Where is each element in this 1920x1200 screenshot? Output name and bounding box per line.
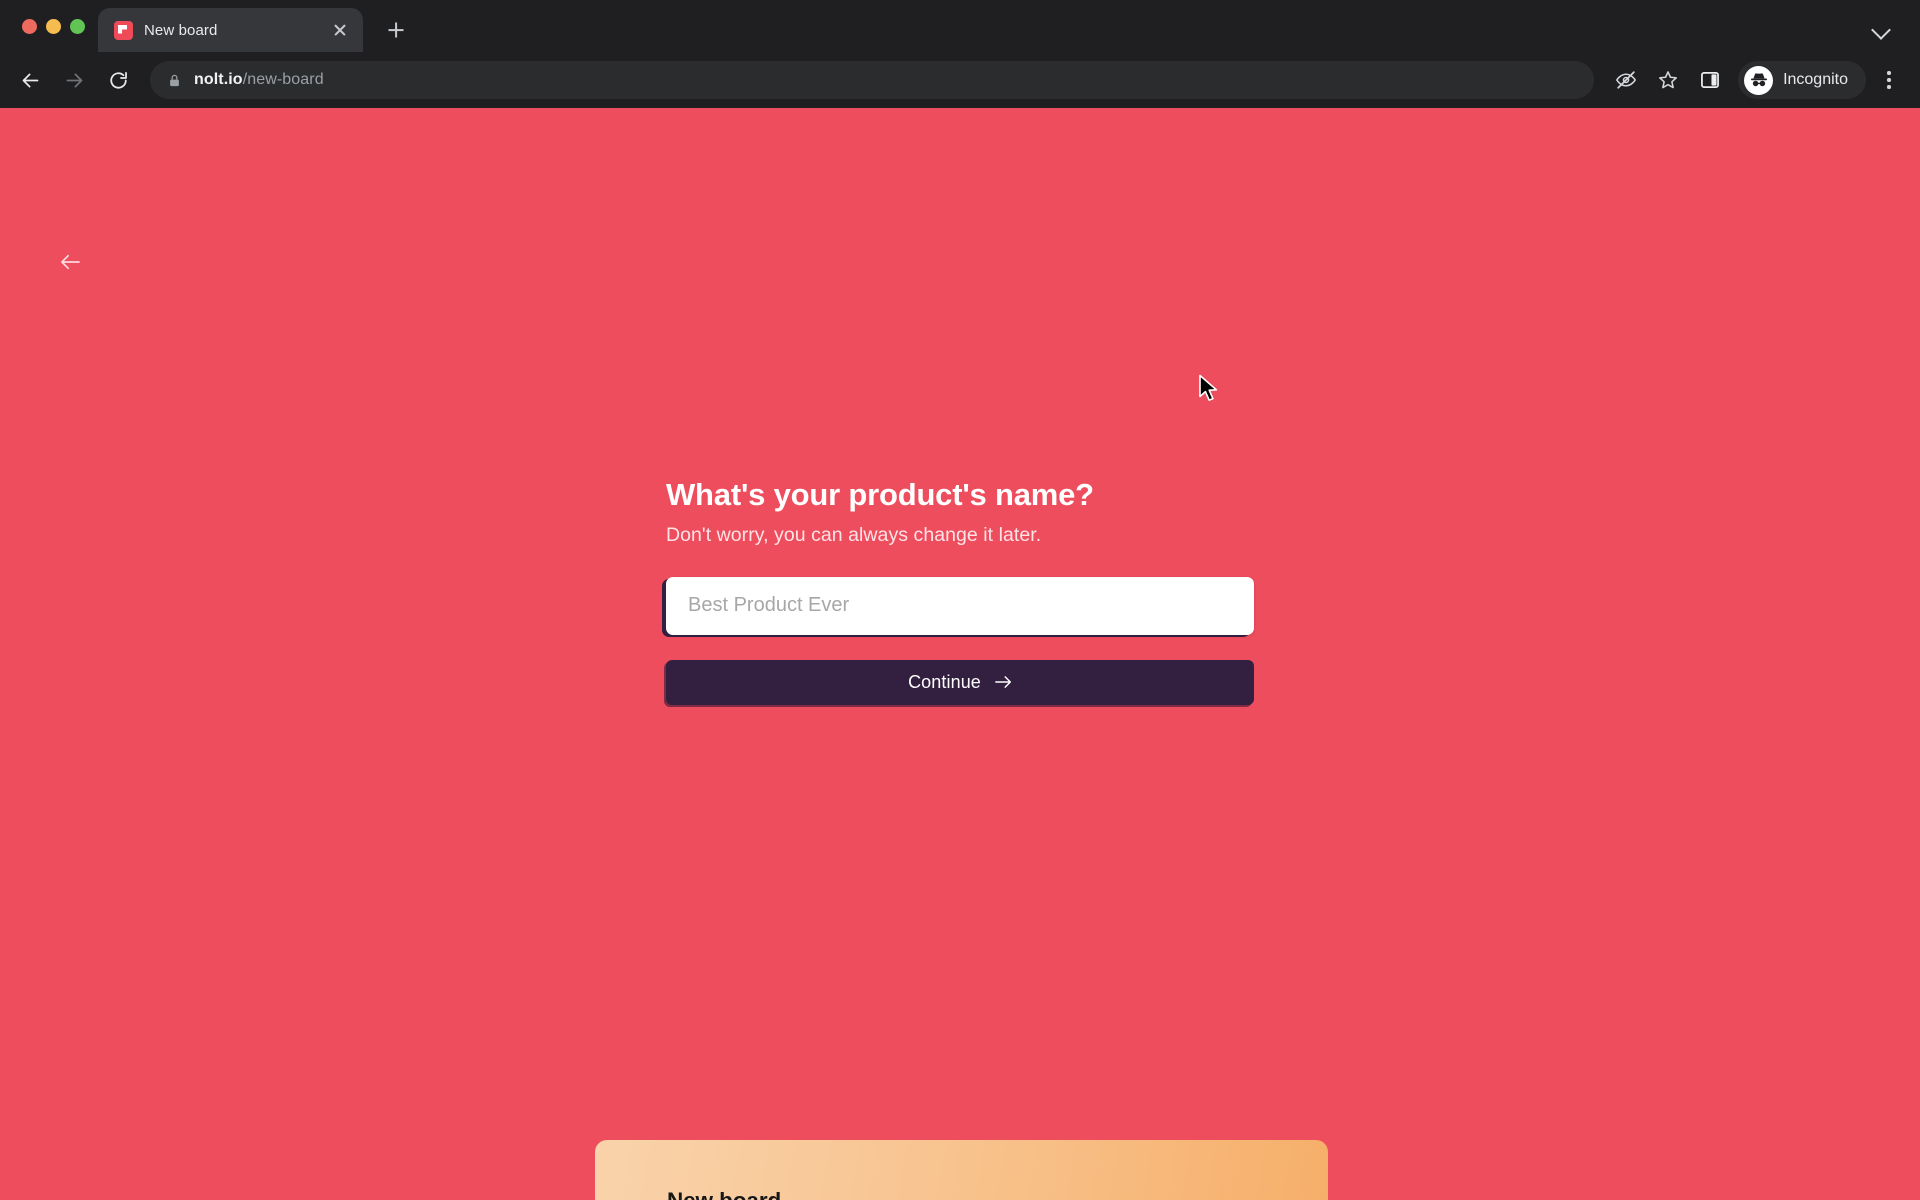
continue-button-label: Continue (908, 671, 981, 692)
browser-tab-new-board[interactable]: New board (98, 8, 363, 52)
address-bar-host: nolt.io (194, 71, 243, 88)
close-window-button[interactable] (22, 18, 37, 34)
back-button[interactable] (10, 60, 50, 100)
continue-button[interactable]: Continue (666, 659, 1254, 705)
side-panel-icon (1701, 71, 1720, 89)
side-panel-button[interactable] (1690, 60, 1730, 100)
chevron-down-icon[interactable] (1862, 8, 1902, 48)
maximize-window-button[interactable] (70, 18, 85, 34)
page-title: What's your product's name? (666, 477, 1094, 512)
profile-incognito-button[interactable]: Incognito (1738, 61, 1866, 99)
page-subtitle: Don't worry, you can always change it la… (666, 523, 1042, 546)
kebab-dot (1887, 85, 1891, 89)
address-bar[interactable]: nolt.io/new-board (150, 61, 1595, 99)
reload-icon (109, 71, 127, 89)
incognito-icon (1750, 73, 1767, 87)
close-tab-icon[interactable] (327, 17, 353, 43)
star-icon (1659, 71, 1678, 89)
new-tab-button[interactable] (379, 13, 413, 47)
address-bar-path: /new-board (242, 71, 324, 88)
arrow-left-icon (61, 254, 80, 270)
browser-window: New board nolt.io/new-board Incognito Wh… (0, 0, 1920, 1200)
minimize-window-button[interactable] (46, 18, 61, 34)
address-bar-url: nolt.io/new-board (194, 71, 324, 89)
kebab-dot (1887, 71, 1891, 75)
tab-title: New board (144, 21, 218, 39)
forward-button[interactable] (54, 60, 94, 100)
page-viewport: What's your product's name? Don't worry,… (0, 108, 1920, 1200)
browser-toolbar: nolt.io/new-board Incognito (0, 52, 1920, 108)
lock-icon (170, 74, 179, 86)
toolbar-end-buttons: Incognito (1606, 60, 1906, 100)
eye-slash-button[interactable] (1606, 60, 1646, 100)
reload-button[interactable] (98, 60, 138, 100)
product-name-input[interactable] (666, 576, 1254, 635)
board-preview-title: New board (667, 1188, 1328, 1200)
profile-label: Incognito (1783, 71, 1848, 88)
product-name-field-wrap (666, 576, 1254, 635)
arrow-right-icon (995, 676, 1011, 689)
avatar (1744, 65, 1774, 95)
forward-icon (66, 73, 82, 87)
new-board-form: What's your product's name? Don't worry,… (666, 476, 1254, 705)
eye-slash-icon (1615, 71, 1637, 89)
tab-strip: New board (0, 0, 1920, 52)
kebab-dot (1887, 78, 1891, 82)
browser-menu-button[interactable] (1872, 60, 1906, 100)
window-traffic-lights (0, 0, 98, 52)
nolt-favicon-icon (114, 20, 133, 40)
board-preview-card: New board Let us know how we can improve… (595, 1140, 1328, 1200)
page-back-button[interactable] (52, 244, 88, 280)
back-icon (22, 73, 38, 87)
bookmark-button[interactable] (1648, 60, 1688, 100)
